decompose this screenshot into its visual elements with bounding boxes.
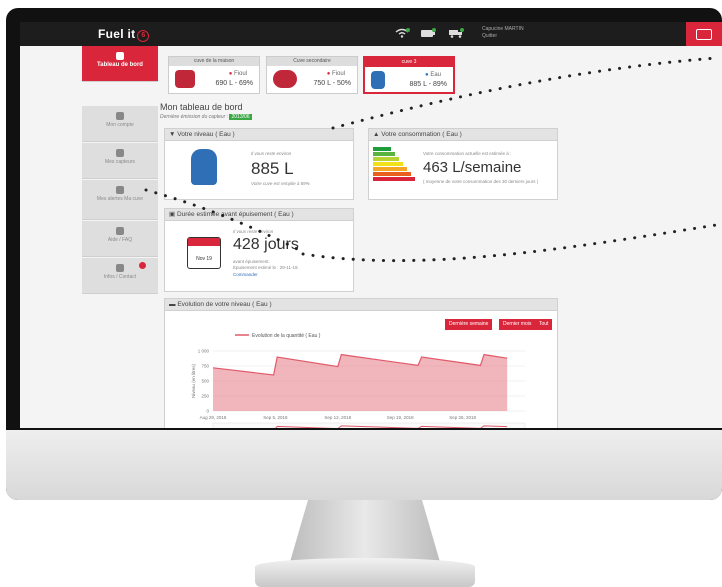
help-icon (116, 227, 124, 235)
monitor-scene: Fuel it 6 Capucine MARTIN Quitter Tableau… (0, 0, 722, 587)
sidebar-item-account[interactable]: Mon compte (82, 106, 158, 142)
panel-header: ▼ Votre niveau ( Eau ) (165, 129, 353, 141)
fuel-tank-icon (273, 70, 297, 88)
depletion-date: Epuisement estimé le : 29-11-19. (233, 265, 299, 270)
tank-title: cuve de la maison (169, 57, 259, 66)
x-tick-label: Sep 12, 2018 (324, 415, 351, 420)
fuel-tank-icon (175, 70, 195, 88)
wifi-icon (395, 28, 410, 38)
duration-panel: ▣ Durée estimée avant épuisement ( Eau )… (164, 208, 354, 292)
tank-level: 690 L - 69% (215, 80, 254, 87)
x-tick-label: Sep 5, 2018 (263, 415, 288, 420)
panel-header: ▬ Evolution de votre niveau ( Eau ) (165, 299, 557, 311)
y-tick-label: 250 (201, 394, 209, 399)
level-panel: ▼ Votre niveau ( Eau ) Il vous reste env… (164, 128, 354, 200)
level-chart: Evolution de la quantité ( Eau ) 0 250 500 7… (191, 333, 526, 428)
user-name: Capucine MARTIN (482, 26, 524, 32)
y-axis-label: Niveau (en litres) (191, 363, 196, 398)
consumption-panel: ▲ Votre consommation ( Eau ) Votre conso… (368, 128, 558, 200)
app-screen: Fuel it 6 Capucine MARTIN Quitter Tableau… (20, 22, 722, 428)
sidebar-item-alerts[interactable]: Mes alertes Ma cuve (82, 180, 158, 220)
level-note: Votre cuve est remplie à 89% (251, 181, 310, 186)
y-tick-label: 750 (201, 364, 209, 369)
energy-rating-icon (373, 147, 415, 181)
tank-level: 885 L - 89% (409, 81, 448, 88)
tank-card-1[interactable]: cuve de la maison ● Fioul 690 L - 69% (168, 56, 260, 94)
notification-badge (139, 262, 146, 269)
monitor-stand-neck (290, 500, 440, 562)
tank-level: 750 L - 50% (313, 80, 352, 87)
calendar-icon: Nov 19 (187, 237, 221, 269)
y-tick-label: 1 000 (198, 349, 210, 354)
user-info[interactable]: Capucine MARTIN Quitter (482, 26, 524, 40)
tank-card-3[interactable]: cuve 3 ● Eau 885 L - 89% (363, 56, 455, 94)
navigator (212, 422, 526, 428)
tank-card-2[interactable]: Cuve secondaire ● Fioul 750 L - 50% (266, 56, 358, 94)
battery-icon (421, 28, 436, 37)
duration-label: Il vous reste environ (233, 229, 274, 234)
duration-value: 428 jours (233, 236, 299, 253)
user-icon (116, 112, 124, 120)
tank-title: cuve 3 (365, 58, 453, 67)
x-tick-label: Sep 19, 2018 (387, 415, 414, 420)
home-icon (116, 52, 124, 60)
sidebar-item-dashboard[interactable]: Tableau de bord (82, 46, 158, 82)
consumption-value: 463 L/semaine (423, 159, 522, 176)
last-month-button[interactable]: Dernier mois (499, 319, 536, 330)
last-emission: Dernière émission du capteur : 2013/06 (160, 114, 252, 120)
monitor-stand-base (255, 558, 475, 587)
logout-link[interactable]: Quitter (482, 33, 524, 40)
evolution-panel: ▬ Evolution de votre niveau ( Eau ) Dern… (164, 298, 558, 428)
truck-icon (449, 28, 464, 38)
top-bar: Fuel it 6 Capucine MARTIN Quitter (20, 22, 722, 46)
tank-type: ● Eau (425, 72, 441, 78)
tank-type: ● Fioul (326, 71, 345, 77)
sidebar-item-contact[interactable]: Infos / Contact (82, 258, 158, 294)
page-title: Mon tableau de bord (160, 102, 243, 112)
level-label: Il vous reste environ (251, 151, 292, 156)
water-tank-image (191, 149, 217, 185)
level-value: 885 L (251, 159, 294, 178)
sidebar: Tableau de bord Mon compte Mes capteurs … (82, 46, 158, 428)
duration-text: avant épuisement. (233, 259, 270, 264)
tank-type: ● Fioul (228, 71, 247, 77)
panel-header: ▲ Votre consommation ( Eau ) (369, 129, 557, 141)
x-tick-label: Sep 26, 2018 (449, 415, 476, 420)
consumption-note: ( moyenne de votre consommation des 30 d… (423, 179, 539, 184)
y-tick-label: 0 (206, 409, 209, 414)
order-link[interactable]: Commander (233, 272, 258, 277)
water-tank-icon (371, 71, 385, 89)
sidebar-item-help[interactable]: Aide / FAQ (82, 221, 158, 257)
sidebar-item-sensors[interactable]: Mes capteurs (82, 143, 158, 179)
bell-icon (116, 186, 124, 194)
cart-button[interactable] (686, 22, 722, 46)
panel-header: ▣ Durée estimée avant épuisement ( Eau ) (165, 209, 353, 221)
last-week-button[interactable]: Dernière semaine (445, 319, 493, 330)
y-tick-label: 500 (201, 379, 209, 384)
x-tick-label: Aug 29, 2018 (200, 415, 227, 420)
app-logo[interactable]: Fuel it 6 (98, 27, 150, 42)
sensor-icon (116, 149, 124, 157)
legend-label: Evolution de la quantité ( Eau ) (252, 333, 321, 339)
info-icon (116, 264, 124, 272)
monitor-chin (6, 430, 722, 500)
cart-icon (696, 29, 712, 40)
all-button[interactable]: Tout (535, 319, 553, 330)
consumption-label: Votre consommation actuelle est estimée … (423, 151, 512, 156)
tank-title: Cuve secondaire (267, 57, 357, 66)
